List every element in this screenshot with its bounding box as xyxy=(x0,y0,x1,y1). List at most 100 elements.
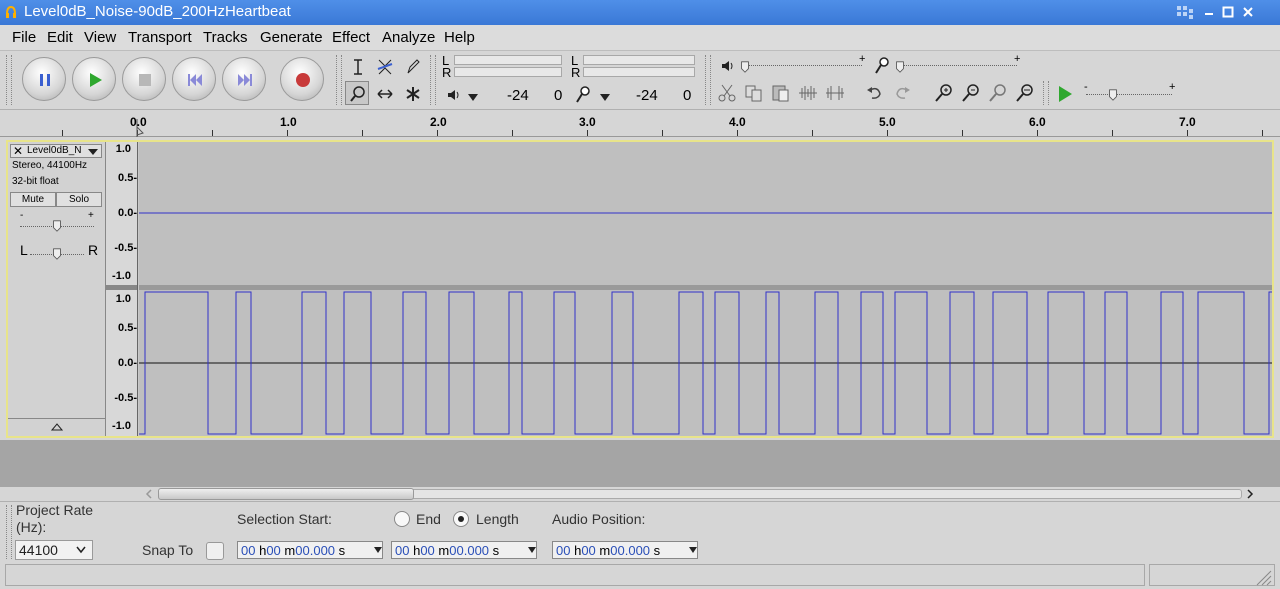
audio-track[interactable]: ✕ Level0dB_N Stereo, 44100Hz 32-bit floa… xyxy=(6,140,1274,438)
time-format-dropdown-icon[interactable] xyxy=(689,547,697,553)
collapse-track-icon[interactable] xyxy=(51,423,63,431)
snap-to-checkbox[interactable] xyxy=(206,542,224,560)
draw-tool[interactable] xyxy=(400,54,424,78)
pan-right-label: R xyxy=(88,242,99,258)
input-volume-slider[interactable] xyxy=(897,65,1017,66)
waveform-display[interactable] xyxy=(139,142,1272,436)
menu-view[interactable]: View xyxy=(84,29,116,46)
multi-tool[interactable] xyxy=(400,81,424,105)
silence-icon[interactable] xyxy=(824,82,846,104)
trim-icon[interactable] xyxy=(797,82,819,104)
menu-effect[interactable]: Effect xyxy=(332,29,370,46)
input-volume-thumb[interactable] xyxy=(895,61,905,73)
play-speed-slider[interactable] xyxy=(1086,94,1172,95)
play-at-speed-icon[interactable] xyxy=(1055,84,1075,104)
track-close-icon[interactable]: ✕ xyxy=(13,144,23,158)
selection-tool[interactable] xyxy=(345,54,369,78)
hours: 00 xyxy=(556,543,571,558)
length-radio[interactable] xyxy=(453,511,469,527)
microphone-icon[interactable] xyxy=(575,86,591,104)
close-icon[interactable] xyxy=(1241,5,1255,19)
maximize-icon[interactable] xyxy=(1221,5,1235,19)
speaker-icon[interactable] xyxy=(446,88,462,102)
menu-tracks[interactable]: Tracks xyxy=(203,29,247,46)
copy-icon[interactable] xyxy=(743,82,765,104)
resize-grip-icon[interactable] xyxy=(1254,568,1272,586)
redo-icon[interactable] xyxy=(891,82,913,104)
horizontal-scrollbar[interactable] xyxy=(0,487,1280,501)
output-volume-thumb[interactable] xyxy=(740,61,750,73)
toolbar-grip[interactable] xyxy=(6,55,12,105)
playback-meter-dropdown-icon[interactable] xyxy=(466,91,480,103)
time-format-dropdown-icon[interactable] xyxy=(374,547,382,553)
menu-edit[interactable]: Edit xyxy=(47,29,73,46)
output-volume-slider[interactable] xyxy=(742,65,862,66)
minutes-unit: m xyxy=(284,543,296,558)
window-menu-icon[interactable] xyxy=(1176,4,1198,20)
toolbar-grip[interactable] xyxy=(6,505,12,559)
empty-track-area[interactable] xyxy=(0,440,1280,487)
toolbar-grip[interactable] xyxy=(705,55,711,105)
menu-generate[interactable]: Generate xyxy=(260,29,323,46)
end-radio[interactable] xyxy=(394,511,410,527)
zoom-out-icon[interactable] xyxy=(960,82,982,104)
skip-to-end-button[interactable] xyxy=(222,57,266,101)
selection-start-time[interactable]: 00 h00 m00.000 s xyxy=(237,541,383,559)
minutes-unit: m xyxy=(438,543,450,558)
record-meter-right[interactable] xyxy=(583,67,695,77)
mute-button[interactable]: Mute xyxy=(10,192,56,207)
track-name-menu[interactable]: ✕ Level0dB_N xyxy=(10,144,102,158)
toolbar-grip[interactable] xyxy=(1043,81,1049,105)
paste-icon[interactable] xyxy=(770,82,792,104)
playback-meter-right[interactable] xyxy=(454,67,562,77)
ruler-label: 2.0 xyxy=(430,115,447,129)
ruler-tick xyxy=(887,130,888,136)
menu-help[interactable]: Help xyxy=(444,29,475,46)
play-speed-thumb[interactable] xyxy=(1108,89,1118,101)
pause-icon xyxy=(40,74,50,86)
selection-length-time[interactable]: 00 h00 m00.000 s xyxy=(391,541,537,559)
timeline-ruler[interactable]: 0.0 1.0 2.0 3.0 4.0 5.0 6.0 7.0 xyxy=(0,111,1280,137)
time-format-dropdown-icon[interactable] xyxy=(528,547,536,553)
toolbar-grip[interactable] xyxy=(430,55,436,105)
play-button[interactable] xyxy=(72,57,116,101)
menu-analyze[interactable]: Analyze xyxy=(382,29,435,46)
skip-to-start-button[interactable] xyxy=(172,57,216,101)
scroll-left-icon[interactable] xyxy=(144,489,154,499)
gain-minus: - xyxy=(20,210,24,221)
playback-meter-left[interactable] xyxy=(454,55,562,65)
project-rate-select[interactable]: 44100 xyxy=(15,540,93,560)
zoom-in-icon[interactable] xyxy=(933,82,955,104)
seconds: 00.000 xyxy=(295,543,336,558)
record-button[interactable] xyxy=(280,57,324,101)
time-shift-tool[interactable] xyxy=(372,81,396,105)
menu-file[interactable]: File xyxy=(12,29,36,46)
toolbar-area: L R L R -24 0 -24 0 + + - + xyxy=(0,51,1280,110)
channel-separator xyxy=(139,285,1272,290)
zoom-tool[interactable] xyxy=(345,81,369,105)
menu-transport[interactable]: Transport xyxy=(128,29,192,46)
minimize-icon[interactable] xyxy=(1202,5,1216,19)
pan-slider-thumb[interactable] xyxy=(52,248,62,260)
pause-button[interactable] xyxy=(22,57,66,101)
record-meter-dropdown-icon[interactable] xyxy=(598,91,612,103)
fit-project-icon[interactable] xyxy=(1014,82,1036,104)
fit-selection-icon[interactable] xyxy=(987,82,1009,104)
scroll-right-icon[interactable] xyxy=(1245,489,1255,499)
track-menu-dropdown-icon[interactable] xyxy=(87,148,99,156)
window-title: Level0dB_Noise-90dB_200HzHeartbeat xyxy=(24,3,291,20)
solo-button[interactable]: Solo xyxy=(56,192,102,207)
record-meter-left[interactable] xyxy=(583,55,695,65)
ruler-label: 4.0 xyxy=(729,115,746,129)
stop-button[interactable] xyxy=(122,57,166,101)
input-volume-microphone-icon xyxy=(875,57,889,74)
envelope-tool[interactable] xyxy=(372,54,396,78)
toolbar-grip[interactable] xyxy=(336,55,342,105)
audio-position-time[interactable]: 00 h00 m00.000 s xyxy=(552,541,698,559)
scrollbar-thumb[interactable] xyxy=(158,488,414,500)
gain-slider-thumb[interactable] xyxy=(52,220,62,232)
cut-icon[interactable] xyxy=(716,82,738,104)
scale-label: -1.0 xyxy=(112,270,131,282)
track-name: Level0dB_N xyxy=(27,145,82,156)
undo-icon[interactable] xyxy=(864,82,886,104)
